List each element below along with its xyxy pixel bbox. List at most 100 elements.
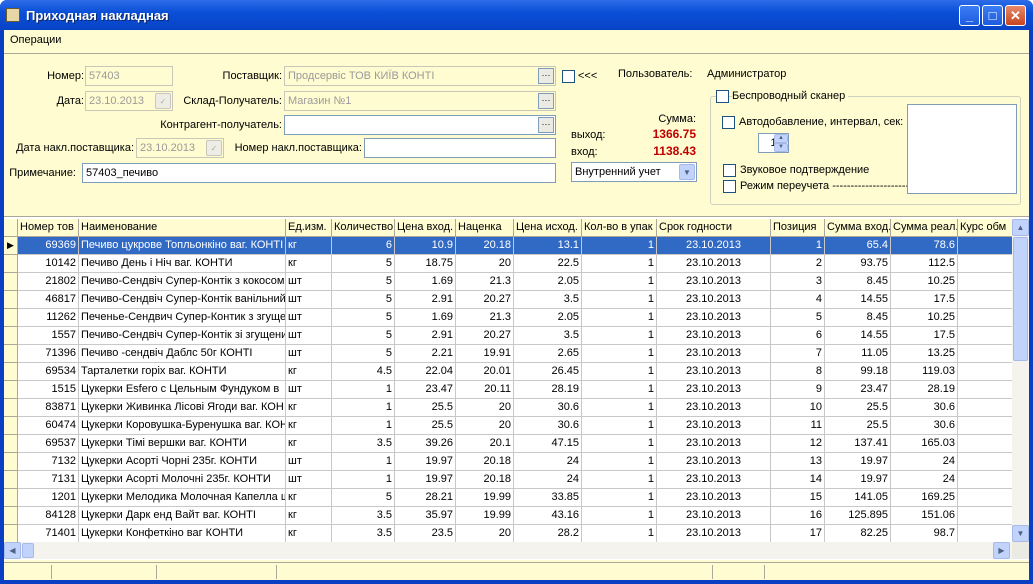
table-cell[interactable]: 137.41 (825, 435, 891, 453)
table-cell[interactable]: 30.6 (891, 399, 958, 417)
table-cell[interactable]: 112.5 (891, 255, 958, 273)
table-cell[interactable]: 19.97 (395, 453, 456, 471)
table-cell[interactable]: 1 (332, 453, 395, 471)
table-cell[interactable]: шт (286, 273, 332, 291)
table-cell[interactable]: 9 (771, 381, 825, 399)
table-cell[interactable]: 23.47 (825, 381, 891, 399)
table-cell[interactable]: 23.10.2013 (657, 471, 771, 489)
table-cell[interactable]: 83871 (18, 399, 79, 417)
table-cell[interactable]: 19.97 (395, 471, 456, 489)
table-cell[interactable]: 1 (582, 453, 657, 471)
table-cell[interactable]: 3.5 (332, 435, 395, 453)
table-cell[interactable]: 21.3 (456, 273, 514, 291)
table-cell[interactable]: 11.05 (825, 345, 891, 363)
table-row[interactable]: 69537 Цукерки Тімі вершки ваг. КОНТИ кг 3.5… (4, 435, 1018, 453)
table-cell[interactable]: 23.10.2013 (657, 363, 771, 381)
table-cell[interactable]: 20.11 (456, 381, 514, 399)
table-cell[interactable] (958, 471, 1018, 489)
arrows-checkbox[interactable] (562, 70, 575, 83)
table-cell[interactable]: 23.10.2013 (657, 507, 771, 525)
close-button[interactable]: ✕ (1005, 5, 1026, 26)
table-cell[interactable]: 5 (332, 489, 395, 507)
table-row[interactable]: 21802 Печиво-Сендвіч Супер-Контік з кокос… (4, 273, 1018, 291)
table-cell[interactable]: 24 (891, 453, 958, 471)
table-cell[interactable] (958, 399, 1018, 417)
supplier-select-button[interactable]: ··· (538, 68, 554, 84)
table-cell[interactable]: 20.27 (456, 291, 514, 309)
table-cell[interactable]: 1 (582, 471, 657, 489)
table-cell[interactable]: 20 (456, 399, 514, 417)
table-cell[interactable]: 65.4 (825, 237, 891, 255)
table-cell[interactable]: 8 (771, 363, 825, 381)
chevron-down-icon[interactable]: ▼ (679, 164, 695, 180)
table-cell[interactable]: 19.99 (456, 507, 514, 525)
table-cell[interactable]: 6 (771, 327, 825, 345)
table-cell[interactable]: 71396 (18, 345, 79, 363)
table-cell[interactable]: 1 (582, 363, 657, 381)
table-cell[interactable]: 10.25 (891, 309, 958, 327)
table-cell[interactable]: 3.5 (332, 525, 395, 543)
table-row[interactable]: 7132 Цукерки Асорті Чорні 235г. КОНТИ шт 1 1… (4, 453, 1018, 471)
table-cell[interactable]: 1.69 (395, 273, 456, 291)
table-cell[interactable]: 1 (582, 525, 657, 543)
table-cell[interactable]: 82.25 (825, 525, 891, 543)
table-cell[interactable]: 23.10.2013 (657, 489, 771, 507)
table-cell[interactable] (958, 435, 1018, 453)
table-cell[interactable]: 19.97 (825, 471, 891, 489)
scroll-right-icon[interactable]: ▶ (993, 542, 1010, 559)
table-cell[interactable]: 19.97 (825, 453, 891, 471)
table-cell[interactable]: 1515 (18, 381, 79, 399)
table-cell[interactable]: 23.10.2013 (657, 399, 771, 417)
table-cell[interactable]: 23.10.2013 (657, 273, 771, 291)
table-cell[interactable]: кг (286, 435, 332, 453)
table-cell[interactable]: 1 (582, 417, 657, 435)
table-cell[interactable]: 1 (332, 417, 395, 435)
table-cell[interactable]: 1 (582, 381, 657, 399)
table-cell[interactable]: 14.55 (825, 291, 891, 309)
table-cell[interactable]: 25.5 (395, 417, 456, 435)
table-cell[interactable]: Цукерки Коровушка-Буренушка ваг. КОН (79, 417, 286, 435)
table-cell[interactable] (958, 453, 1018, 471)
table-row[interactable]: 60474 Цукерки Коровушка-Буренушка ваг. КО… (4, 417, 1018, 435)
table-cell[interactable]: 11262 (18, 309, 79, 327)
table-cell[interactable]: Цукерки Асорті Молочні 235г. КОНТИ (79, 471, 286, 489)
table-cell[interactable]: 17 (771, 525, 825, 543)
table-cell[interactable]: 23.10.2013 (657, 435, 771, 453)
scroll-left-icon[interactable]: ◀ (4, 542, 21, 559)
table-cell[interactable]: Печиво цукрове Топльонкіно ваг. КОНТІ (79, 237, 286, 255)
column-header[interactable]: Количество (332, 219, 395, 237)
table-cell[interactable]: 20.1 (456, 435, 514, 453)
table-cell[interactable]: шт (286, 327, 332, 345)
table-cell[interactable]: шт (286, 345, 332, 363)
table-row[interactable]: 69534 Тарталетки горіх ваг. КОНТИ кг 4.5 22.… (4, 363, 1018, 381)
table-cell[interactable]: 69537 (18, 435, 79, 453)
table-cell[interactable] (958, 309, 1018, 327)
table-cell[interactable]: 84128 (18, 507, 79, 525)
items-grid[interactable]: Номер тов Наименование Ед.изм. Количество Це… (4, 216, 1029, 560)
table-cell[interactable]: 30.6 (891, 417, 958, 435)
table-cell[interactable] (958, 489, 1018, 507)
column-header[interactable]: Наименование (79, 219, 286, 237)
table-cell[interactable]: 12 (771, 435, 825, 453)
table-cell[interactable]: 5 (332, 309, 395, 327)
table-cell[interactable]: 7132 (18, 453, 79, 471)
autoadd-checkbox[interactable] (722, 116, 735, 129)
column-header[interactable]: Цена исход. (514, 219, 582, 237)
table-cell[interactable]: 18.75 (395, 255, 456, 273)
table-cell[interactable]: Цукерки Esfero с Цельным Фундуком в (79, 381, 286, 399)
table-row[interactable]: 7131 Цукерки Асорті Молочні 235г. КОНТИ шт… (4, 471, 1018, 489)
table-cell[interactable]: 24 (514, 471, 582, 489)
table-row[interactable]: 83871 Цукерки Живинка Лісові Ягоди ваг. К… (4, 399, 1018, 417)
table-cell[interactable]: 10.9 (395, 237, 456, 255)
table-cell[interactable]: 69369 (18, 237, 79, 255)
table-row[interactable]: 71401 Цукерки Конфеткіно ваг КОНТИ кг 3.5 23… (4, 525, 1018, 543)
table-cell[interactable]: 23.10.2013 (657, 381, 771, 399)
table-cell[interactable]: 30.6 (514, 417, 582, 435)
table-cell[interactable]: 1 (582, 237, 657, 255)
table-cell[interactable]: 14.55 (825, 327, 891, 345)
table-cell[interactable]: кг (286, 489, 332, 507)
table-cell[interactable]: 22.04 (395, 363, 456, 381)
table-cell[interactable]: 23.10.2013 (657, 291, 771, 309)
column-header[interactable]: Наценка (456, 219, 514, 237)
table-cell[interactable]: 7 (771, 345, 825, 363)
